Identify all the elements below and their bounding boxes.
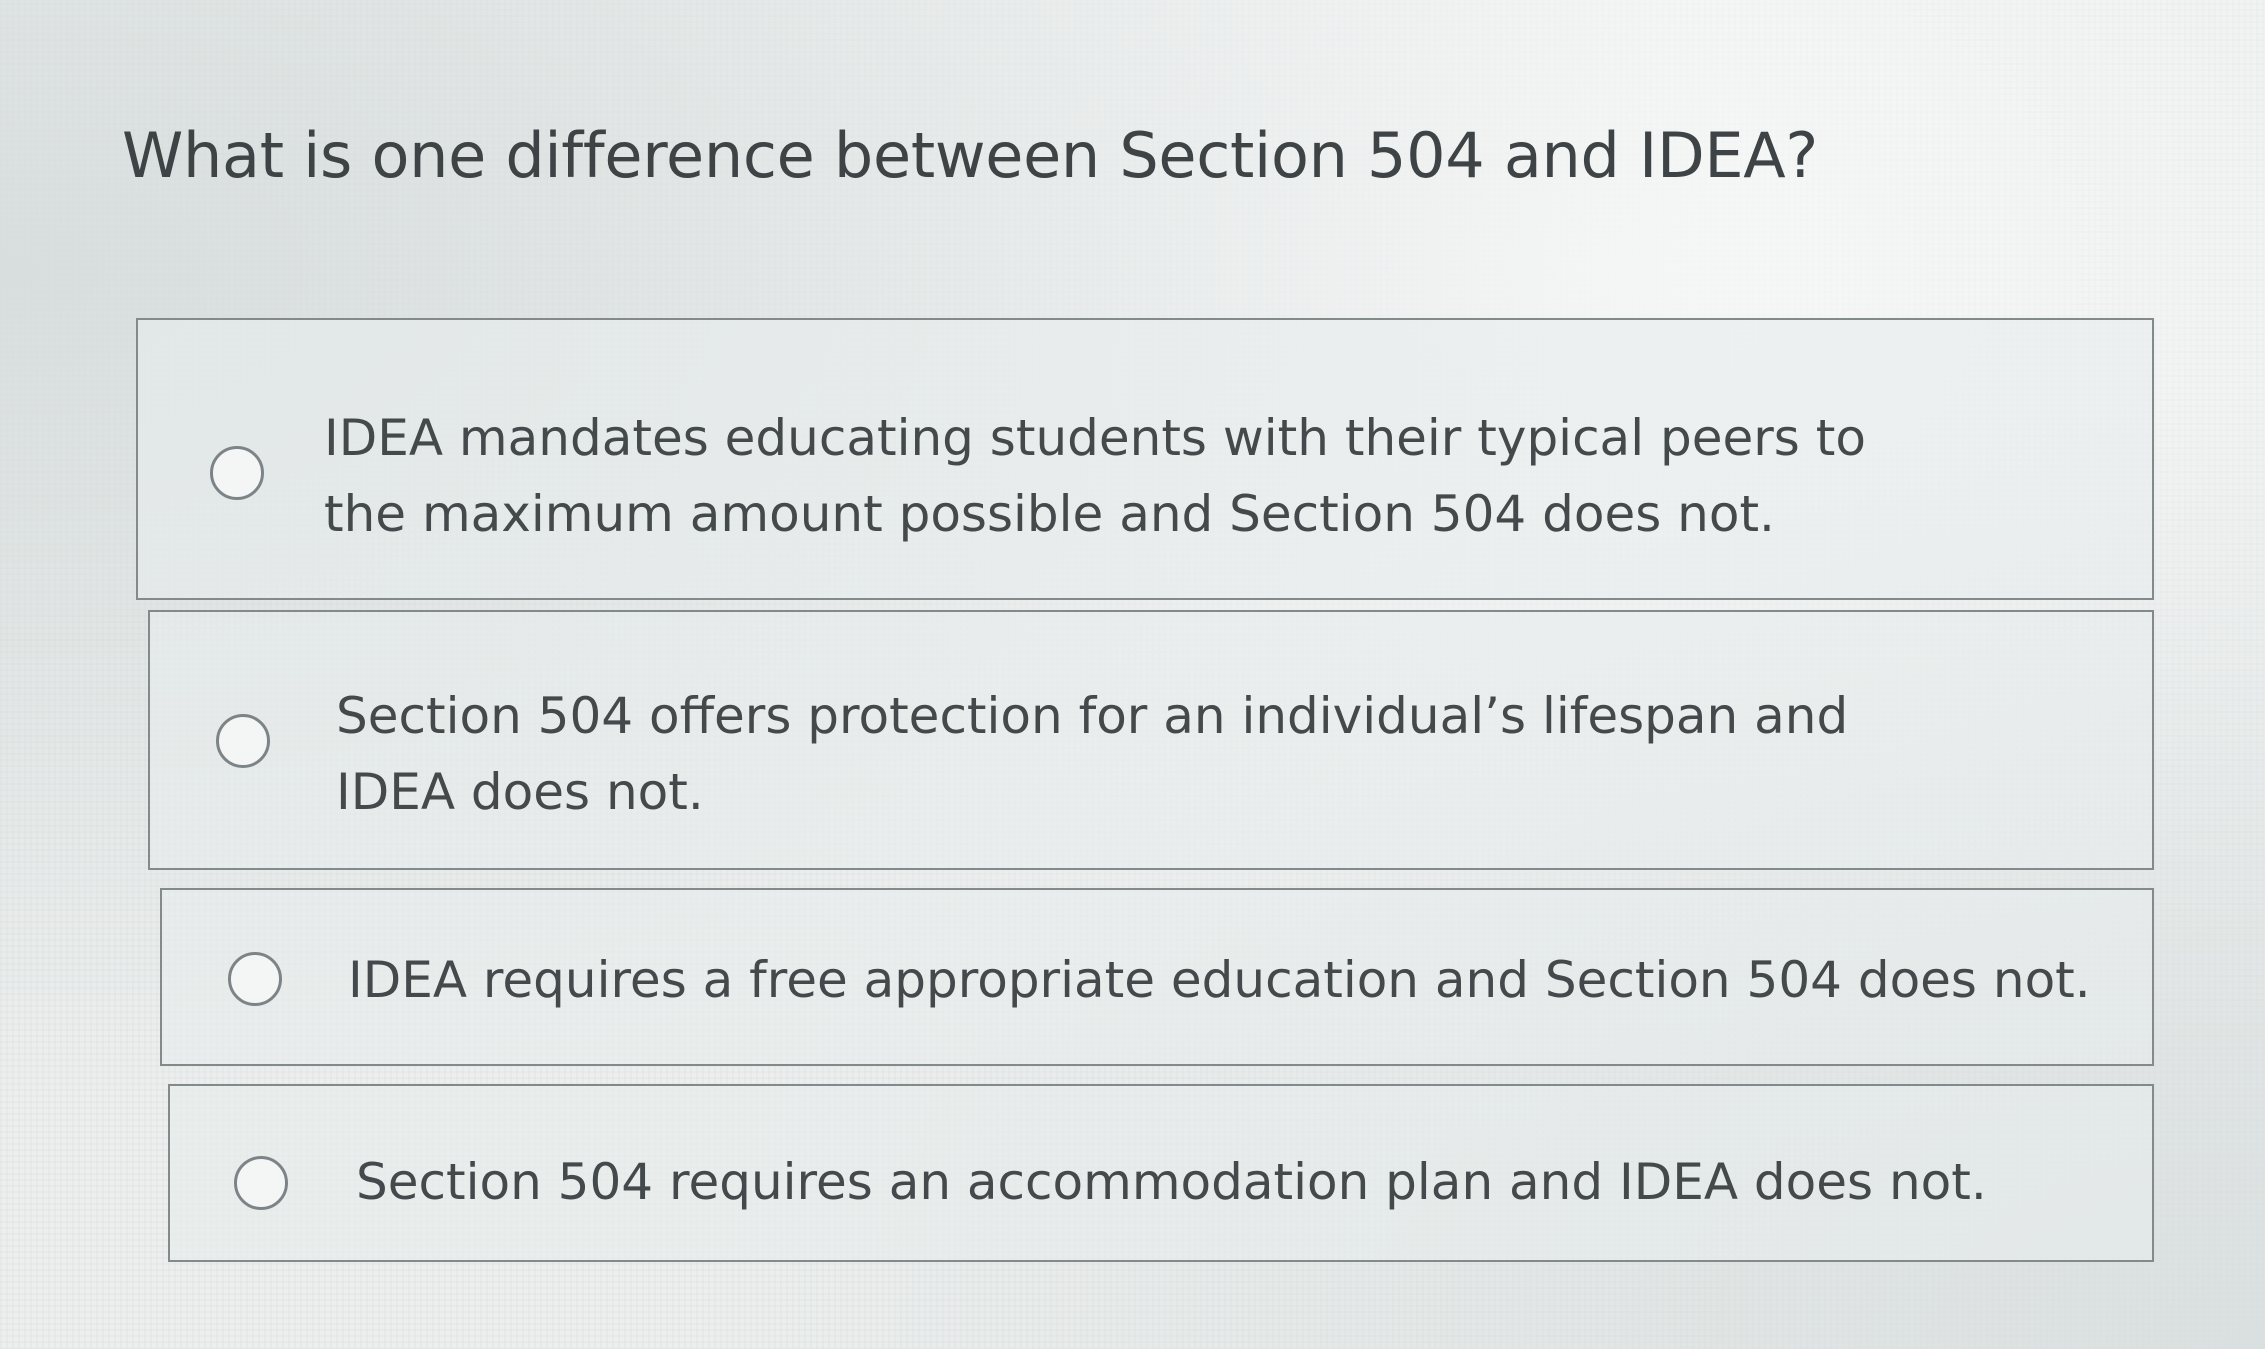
radio-button-1[interactable] bbox=[210, 446, 264, 500]
answer-option-3[interactable]: IDEA requires a free appropriate educati… bbox=[160, 888, 2154, 1066]
radio-button-3[interactable] bbox=[228, 952, 282, 1006]
answer-option-4[interactable]: Section 504 requires an accommodation pl… bbox=[168, 1084, 2154, 1262]
answer-option-1[interactable]: IDEA mandates educating students with th… bbox=[136, 318, 2154, 600]
radio-button-2[interactable] bbox=[216, 714, 270, 768]
answer-option-1-label: IDEA mandates educating students with th… bbox=[324, 409, 1866, 543]
answer-option-2[interactable]: Section 504 offers protection for an ind… bbox=[148, 610, 2154, 870]
radio-button-4[interactable] bbox=[234, 1156, 288, 1210]
answer-option-4-label: Section 504 requires an accommodation pl… bbox=[356, 1153, 1987, 1211]
answer-options: IDEA mandates educating students with th… bbox=[136, 318, 2154, 1262]
answer-option-3-label: IDEA requires a free appropriate educati… bbox=[348, 951, 2091, 1009]
question-title: What is one difference between Section 5… bbox=[122, 119, 1819, 192]
answer-option-2-label: Section 504 offers protection for an ind… bbox=[336, 687, 1849, 821]
